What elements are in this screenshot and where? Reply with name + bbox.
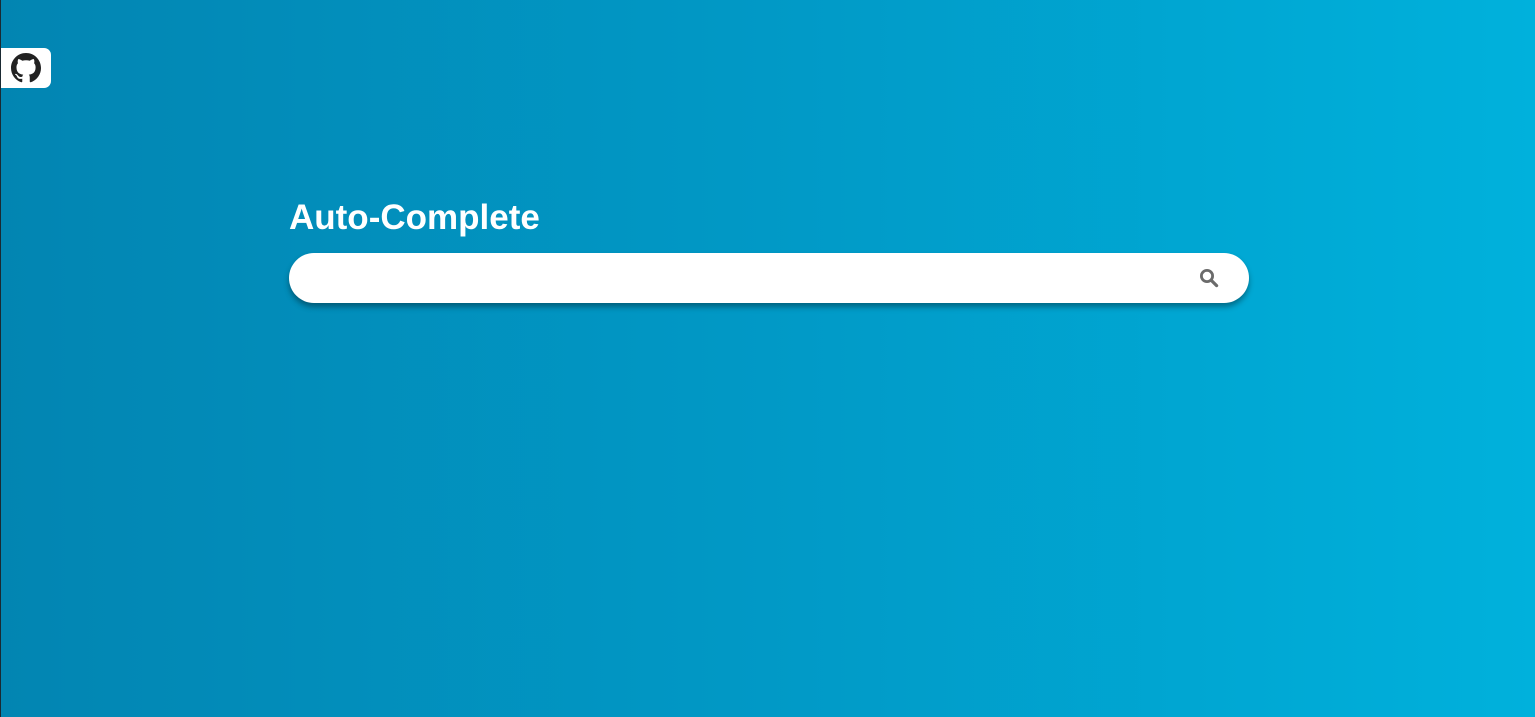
github-link[interactable] <box>1 48 51 88</box>
page-title: Auto-Complete <box>289 198 540 237</box>
autocomplete-container: Auto-Complete <box>289 196 1249 303</box>
search-input[interactable] <box>289 253 1169 303</box>
search-bar <box>289 253 1249 303</box>
github-icon <box>11 53 41 83</box>
search-icon[interactable] <box>1199 268 1219 288</box>
